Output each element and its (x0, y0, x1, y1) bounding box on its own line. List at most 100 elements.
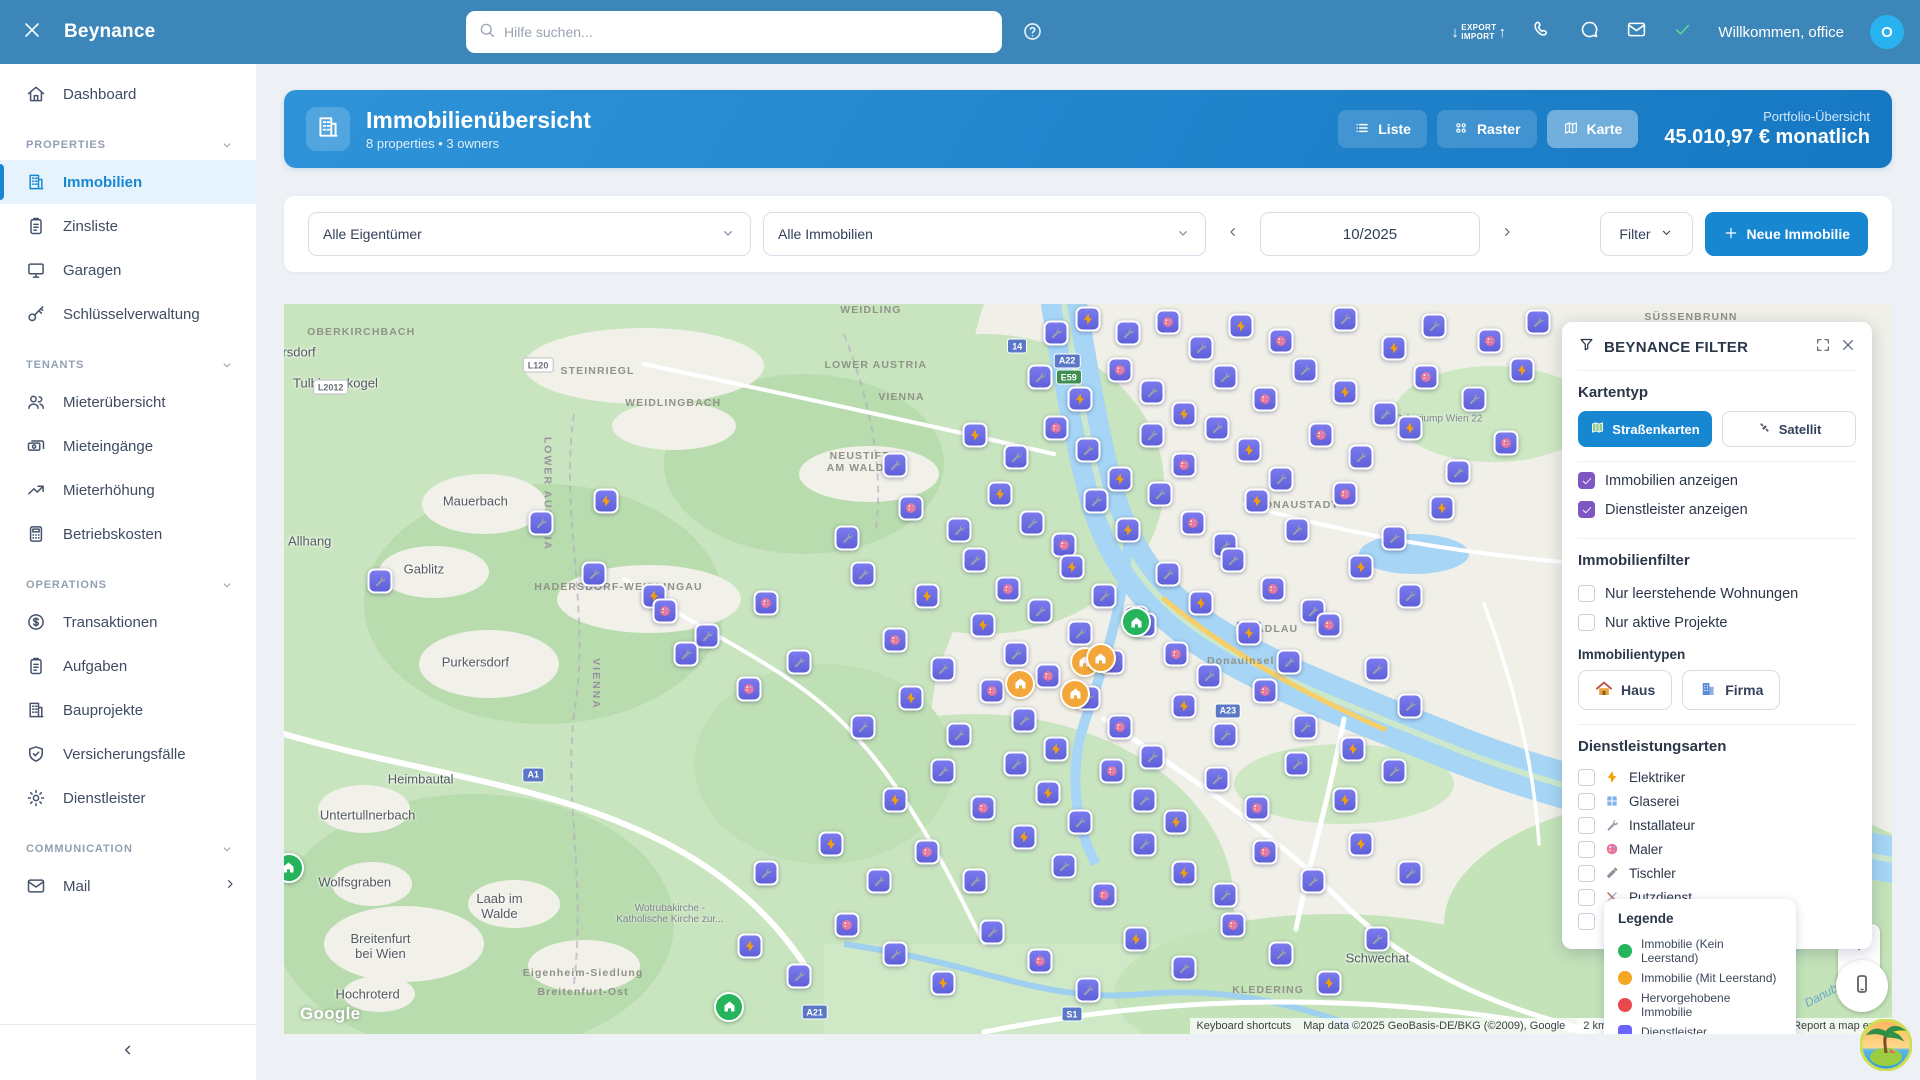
property-vacancy-marker[interactable] (1005, 669, 1035, 699)
streetview-device-button[interactable] (1836, 960, 1888, 1012)
service-provider-marker[interactable] (818, 832, 843, 857)
service-provider-marker[interactable] (1341, 737, 1366, 762)
service-check-glaserei[interactable]: Glaserei (1578, 789, 1856, 813)
property-vacancy-marker[interactable] (1086, 643, 1116, 673)
phone-icon[interactable] (1532, 19, 1553, 45)
service-provider-marker[interactable] (1317, 613, 1342, 638)
maptype-stra-enkarten[interactable]: Straßenkarten (1578, 411, 1712, 447)
service-provider-marker[interactable] (1124, 927, 1149, 952)
service-provider-marker[interactable] (1293, 357, 1318, 382)
island-overlay-icon[interactable] (1860, 1019, 1912, 1076)
service-provider-marker[interactable] (947, 722, 972, 747)
service-provider-marker[interactable] (915, 584, 940, 609)
service-provider-marker[interactable] (883, 788, 908, 813)
service-provider-marker[interactable] (1268, 328, 1293, 353)
service-provider-marker[interactable] (1180, 511, 1205, 536)
service-provider-marker[interactable] (1220, 912, 1245, 937)
service-provider-marker[interactable] (1397, 693, 1422, 718)
property-check-nur-leerstehende-wohnungen[interactable]: Nur leerstehende Wohnungen (1578, 579, 1856, 608)
service-provider-marker[interactable] (947, 518, 972, 543)
service-provider-marker[interactable] (1333, 481, 1358, 506)
service-provider-marker[interactable] (1349, 832, 1374, 857)
service-provider-marker[interactable] (1252, 678, 1277, 703)
service-provider-marker[interactable] (1092, 883, 1117, 908)
service-provider-marker[interactable] (1212, 722, 1237, 747)
sidebar-item-zinsliste[interactable]: Zinsliste (0, 204, 256, 248)
service-provider-marker[interactable] (899, 686, 924, 711)
service-provider-marker[interactable] (883, 452, 908, 477)
service-provider-marker[interactable] (971, 795, 996, 820)
service-provider-marker[interactable] (1244, 489, 1269, 514)
service-provider-marker[interactable] (1164, 810, 1189, 835)
service-provider-marker[interactable] (1236, 620, 1261, 645)
service-provider-marker[interactable] (1381, 759, 1406, 784)
sidebar-item-transaktionen[interactable]: Transaktionen (0, 600, 256, 644)
service-provider-marker[interactable] (1035, 664, 1060, 689)
help-icon[interactable] (1022, 21, 1043, 47)
service-provider-marker[interactable] (1116, 321, 1141, 346)
next-month-button[interactable] (1492, 219, 1522, 249)
sidebar-item-schl-sselverwaltung[interactable]: Schlüsselverwaltung (0, 292, 256, 336)
service-provider-marker[interactable] (931, 970, 956, 995)
service-provider-marker[interactable] (674, 642, 699, 667)
sidebar-item-dashboard[interactable]: Dashboard (0, 72, 256, 116)
service-provider-marker[interactable] (1461, 386, 1486, 411)
service-provider-marker[interactable] (1172, 452, 1197, 477)
service-provider-marker[interactable] (1333, 379, 1358, 404)
service-provider-marker[interactable] (1268, 941, 1293, 966)
property-check-nur-aktive-projekte[interactable]: Nur aktive Projekte (1578, 608, 1856, 637)
checkbox[interactable] (1578, 614, 1595, 631)
sidebar-item-mail[interactable]: Mail (0, 864, 256, 908)
service-provider-marker[interactable] (754, 591, 779, 616)
service-provider-marker[interactable] (1108, 467, 1133, 492)
service-provider-marker[interactable] (931, 759, 956, 784)
service-provider-marker[interactable] (1526, 310, 1551, 335)
property-marker[interactable] (1121, 607, 1151, 637)
service-provider-marker[interactable] (653, 598, 678, 623)
service-provider-marker[interactable] (971, 613, 996, 638)
service-provider-marker[interactable] (1172, 401, 1197, 426)
service-provider-marker[interactable] (1268, 467, 1293, 492)
sidebar-item-mieter-bersicht[interactable]: Mieterübersicht (0, 380, 256, 424)
service-provider-marker[interactable] (1236, 438, 1261, 463)
service-provider-marker[interactable] (1108, 715, 1133, 740)
service-provider-marker[interactable] (963, 868, 988, 893)
sidebar-item-aufgaben[interactable]: Aufgaben (0, 644, 256, 688)
service-provider-marker[interactable] (1067, 386, 1092, 411)
service-provider-marker[interactable] (1252, 386, 1277, 411)
service-provider-marker[interactable] (1076, 438, 1101, 463)
service-provider-marker[interactable] (529, 511, 554, 536)
service-provider-marker[interactable] (1051, 854, 1076, 879)
new-property-button[interactable]: Neue Immobilie (1705, 212, 1868, 256)
service-provider-marker[interactable] (866, 868, 891, 893)
service-provider-marker[interactable] (1252, 839, 1277, 864)
type-button-haus[interactable]: Haus (1578, 670, 1672, 710)
sidebar-section-operations[interactable]: OPERATIONS (0, 556, 256, 600)
service-provider-marker[interactable] (963, 423, 988, 448)
sidebar-item-betriebskosten[interactable]: Betriebskosten (0, 512, 256, 556)
service-provider-marker[interactable] (1510, 357, 1535, 382)
service-provider-marker[interactable] (1076, 306, 1101, 331)
service-provider-marker[interactable] (987, 481, 1012, 506)
service-provider-marker[interactable] (1260, 576, 1285, 601)
service-provider-marker[interactable] (1317, 970, 1342, 995)
service-provider-marker[interactable] (1244, 795, 1269, 820)
service-provider-marker[interactable] (1027, 598, 1052, 623)
sidebar-collapse-button[interactable] (0, 1024, 256, 1080)
service-provider-marker[interactable] (899, 496, 924, 521)
service-provider-marker[interactable] (979, 678, 1004, 703)
service-provider-marker[interactable] (1478, 328, 1503, 353)
service-provider-marker[interactable] (1212, 365, 1237, 390)
service-provider-marker[interactable] (1397, 584, 1422, 609)
checkbox[interactable] (1578, 793, 1595, 810)
service-provider-marker[interactable] (1156, 310, 1181, 335)
service-provider-marker[interactable] (1285, 751, 1310, 776)
service-provider-marker[interactable] (1092, 584, 1117, 609)
service-provider-marker[interactable] (368, 569, 393, 594)
service-provider-marker[interactable] (1196, 664, 1221, 689)
service-provider-marker[interactable] (1373, 401, 1398, 426)
service-check-tischler[interactable]: Tischler (1578, 861, 1856, 885)
owner-select[interactable]: Alle Eigentümer (308, 212, 751, 256)
service-provider-marker[interactable] (786, 649, 811, 674)
service-provider-marker[interactable] (1349, 445, 1374, 470)
